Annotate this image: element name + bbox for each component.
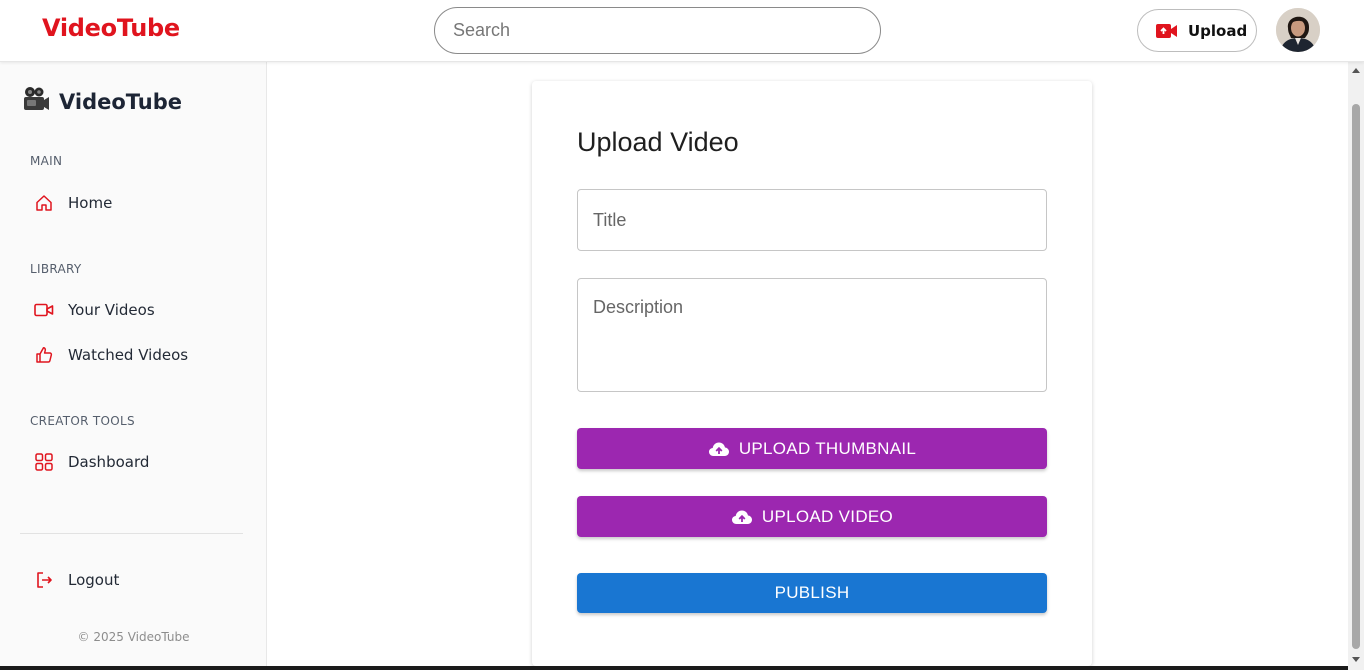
upload-button[interactable]: Upload <box>1137 9 1257 52</box>
scroll-down-arrow-icon[interactable] <box>1352 657 1360 662</box>
sidebar-item-label: Logout <box>68 571 120 589</box>
upload-video-card: Upload Video UPLOAD THUMBNAIL UPLOAD VID… <box>532 81 1092 666</box>
scroll-up-arrow-icon[interactable] <box>1352 68 1360 73</box>
bottom-edge <box>0 666 1348 670</box>
sidebar-item-watched-videos[interactable]: Watched Videos <box>34 345 188 365</box>
film-camera-icon <box>22 86 50 117</box>
search-input[interactable] <box>434 7 881 54</box>
home-icon <box>34 193 54 213</box>
sidebar-item-label: Home <box>68 194 113 212</box>
upload-video-label: UPLOAD VIDEO <box>761 506 894 526</box>
logout-icon <box>34 570 54 590</box>
upload-thumbnail-button[interactable]: UPLOAD THUMBNAIL <box>577 428 1047 469</box>
upload-thumbnail-label: UPLOAD THUMBNAIL <box>738 438 917 458</box>
sidebar-item-dashboard[interactable]: Dashboard <box>34 452 149 472</box>
sidebar-divider <box>20 533 243 534</box>
description-field[interactable] <box>577 278 1047 392</box>
cloud-upload-icon <box>708 441 730 457</box>
upload-button-label: Upload <box>1188 21 1248 40</box>
sidebar-item-label: Your Videos <box>68 301 155 319</box>
scrollbar-thumb[interactable] <box>1352 104 1360 649</box>
publish-button[interactable]: PUBLISH <box>577 573 1047 613</box>
title-field[interactable] <box>577 189 1047 251</box>
sidebar-item-label: Watched Videos <box>68 346 189 364</box>
section-label-main: MAIN <box>30 154 63 168</box>
sidebar-item-logout[interactable]: Logout <box>34 570 119 590</box>
brand-logo[interactable]: VideoTube <box>42 14 180 42</box>
avatar[interactable] <box>1276 8 1320 52</box>
sidebar-brand-label: VideoTube <box>59 89 183 114</box>
sidebar-brand[interactable]: VideoTube <box>22 86 182 117</box>
page-scrollbar[interactable] <box>1348 62 1364 670</box>
dashboard-grid-icon <box>34 452 54 472</box>
sidebar-item-home[interactable]: Home <box>34 193 112 213</box>
sidebar: VideoTube MAIN Home LIBRARY Your Videos … <box>0 62 267 670</box>
top-bar: VideoTube Upload <box>0 0 1364 62</box>
upload-video-button[interactable]: UPLOAD VIDEO <box>577 496 1047 537</box>
copyright-text: © 2025 VideoTube <box>77 630 190 644</box>
video-camera-icon <box>1156 23 1178 39</box>
sidebar-item-your-videos[interactable]: Your Videos <box>34 300 155 320</box>
sidebar-item-label: Dashboard <box>68 453 150 471</box>
section-label-creator-tools: CREATOR TOOLS <box>30 414 135 428</box>
page-title: Upload Video <box>577 127 739 157</box>
cloud-upload-icon <box>731 509 753 525</box>
video-icon <box>34 300 54 320</box>
thumbs-up-icon <box>34 345 54 365</box>
section-label-library: LIBRARY <box>30 262 82 276</box>
